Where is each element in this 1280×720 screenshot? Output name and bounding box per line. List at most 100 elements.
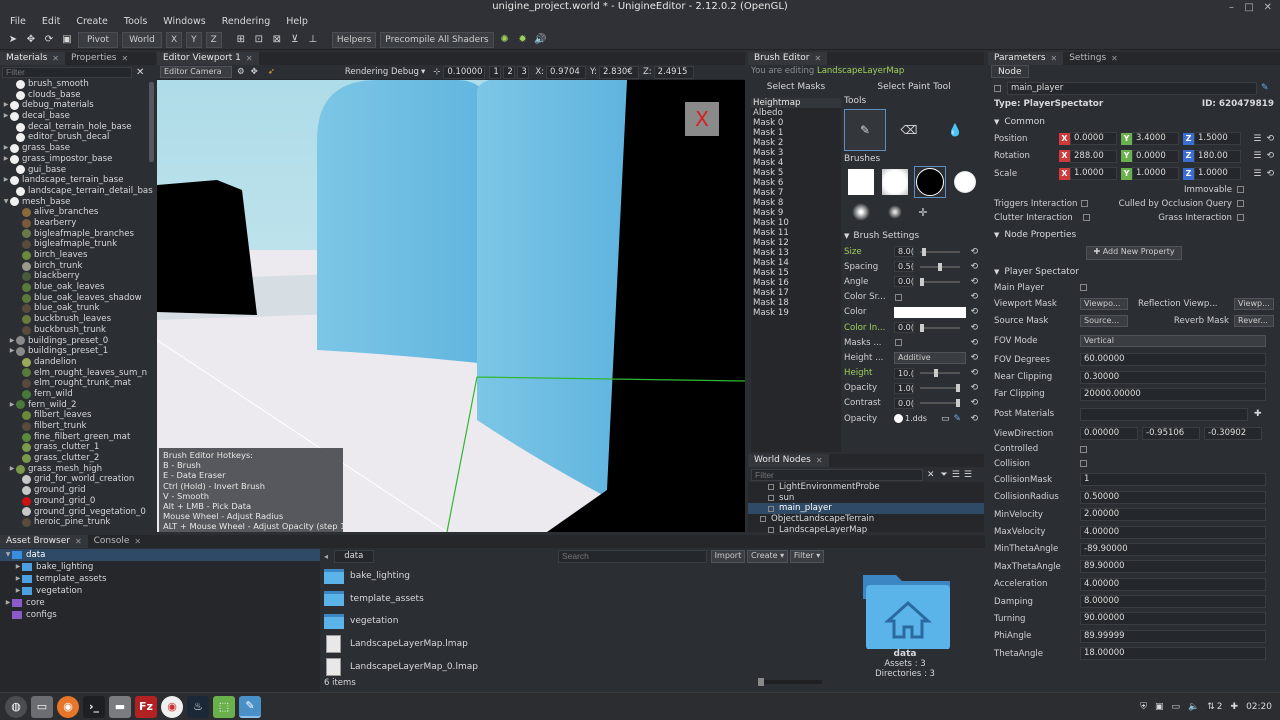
tab-asset-browser[interactable]: Asset Browser ✕ xyxy=(0,535,88,548)
reset-icon[interactable]: ⟲ xyxy=(970,247,978,257)
list-item[interactable]: birch_trunk xyxy=(2,261,156,272)
menu-icon[interactable]: ☰ xyxy=(1253,169,1261,179)
brush-setting-slider[interactable] xyxy=(920,247,960,256)
world-node-item[interactable]: main_player xyxy=(748,503,984,515)
world-node-item[interactable]: ObjectLandscapeTerrain xyxy=(748,514,984,525)
mint-menu-icon[interactable]: ◍ xyxy=(5,695,27,718)
reset-icon[interactable]: ⟲ xyxy=(970,277,978,287)
close-icon[interactable]: ✕ xyxy=(52,52,59,65)
reset-icon[interactable]: ⟲ xyxy=(970,368,978,378)
pivot-select[interactable]: Pivot xyxy=(78,31,118,48)
rotate-icon[interactable]: ⟳ xyxy=(42,32,56,48)
list-item[interactable]: alive_branches xyxy=(2,207,156,218)
close-icon[interactable]: ✕ xyxy=(134,535,141,548)
post-materials-field[interactable] xyxy=(1080,407,1248,421)
mask-item[interactable]: Mask 17 xyxy=(751,288,841,298)
mask-item[interactable]: Mask 3 xyxy=(751,148,841,158)
slider-handle[interactable] xyxy=(956,384,960,393)
mask-item[interactable]: Mask 5 xyxy=(751,168,841,178)
menu-rendering[interactable]: Rendering xyxy=(212,14,277,30)
list-item[interactable]: ground_grid xyxy=(2,485,156,496)
close-icon[interactable]: ✕ xyxy=(1051,52,1058,65)
move-camera-icon[interactable]: ✥ xyxy=(251,67,258,77)
expand-arrow-icon[interactable]: ▶ xyxy=(14,562,22,573)
section-player-spectator[interactable]: ▼ Player Spectator xyxy=(994,264,1274,281)
folder-icon[interactable]: ▭ xyxy=(941,414,950,424)
section-node-properties[interactable]: ▼ Node Properties xyxy=(994,227,1274,244)
menu-create[interactable]: Create xyxy=(66,14,114,30)
collapse-icon[interactable]: ▼ xyxy=(994,268,999,276)
add-brush-icon[interactable]: ✛ xyxy=(916,206,930,219)
field-value[interactable]: 89.99999 xyxy=(1080,629,1266,643)
close-icon[interactable]: ✕ xyxy=(816,454,823,467)
mask-item[interactable]: Mask 15 xyxy=(751,268,841,278)
list-item[interactable]: ▶ buildings_preset_1 xyxy=(2,346,156,357)
vector-field[interactable]: 3.4000 xyxy=(1132,132,1179,146)
list-item[interactable]: blue_oak_trunk xyxy=(2,303,156,314)
reset-icon[interactable]: ⟲ xyxy=(970,262,978,272)
field-value[interactable]: -89.90000 xyxy=(1080,542,1266,556)
mask-item[interactable]: Albedo xyxy=(751,108,841,118)
brush-setting-value[interactable]: 10.( xyxy=(894,367,914,379)
slider-handle[interactable] xyxy=(920,277,924,286)
brush-glow-small[interactable] xyxy=(888,205,902,219)
fov-mode-select[interactable]: Vertical xyxy=(1080,335,1266,347)
list-item[interactable]: decal_terrain_hole_base xyxy=(2,122,156,133)
slider-handle[interactable] xyxy=(920,323,924,332)
expand-arrow-icon[interactable]: ▶ xyxy=(8,400,16,411)
field-value[interactable]: 4.00000 xyxy=(1080,577,1266,591)
expand-arrow-icon[interactable]: ▼ xyxy=(2,197,10,208)
list-item[interactable]: blackberry xyxy=(2,271,156,282)
mask-item[interactable]: Mask 19 xyxy=(751,308,841,318)
list-item[interactable]: heroic_pine_trunk xyxy=(2,517,156,528)
node-name-field[interactable]: main_player xyxy=(1007,81,1257,95)
field-value[interactable]: 89.90000 xyxy=(1080,560,1266,574)
slider-handle[interactable] xyxy=(921,247,926,256)
asset-tree-item[interactable]: ▼ data xyxy=(0,549,320,561)
node-enabled-checkbox[interactable] xyxy=(994,84,1001,92)
asset-file-item[interactable]: LandscapeLayerMap.lmap xyxy=(324,633,822,656)
brush-setting-slider[interactable] xyxy=(920,369,960,378)
mask-item[interactable]: Mask 2 xyxy=(751,138,841,148)
brush-cursor-icon[interactable]: ➶ xyxy=(268,67,275,77)
brush-setting-slider[interactable] xyxy=(920,277,960,286)
speed-2-button[interactable]: 2 xyxy=(503,65,516,79)
list-item[interactable]: ▶ grass_base xyxy=(2,143,156,154)
list-item[interactable]: fern_wild xyxy=(2,389,156,400)
color-swatch[interactable] xyxy=(894,306,966,318)
menu-icon[interactable]: ☰ xyxy=(1253,151,1261,161)
brush-setting-slider[interactable] xyxy=(920,399,960,408)
list-item[interactable]: buckbrush_leaves xyxy=(2,314,156,325)
firefox-icon[interactable]: ◉ xyxy=(57,695,79,718)
list-item[interactable]: ▼ mesh_base xyxy=(2,197,156,208)
opacity-texture-field[interactable]: 1.dds xyxy=(905,414,937,423)
node-checkbox-icon[interactable] xyxy=(768,505,774,512)
close-icon[interactable]: ✕ xyxy=(75,535,82,548)
list-item[interactable]: fine_filbert_green_mat xyxy=(2,432,156,443)
list-item[interactable]: ground_grid_vegetation_0 xyxy=(2,507,156,518)
tab-properties[interactable]: Properties ✕ xyxy=(65,52,134,65)
reset-icon[interactable]: ⟲ xyxy=(970,338,978,348)
materials-scrollbar[interactable] xyxy=(149,82,154,162)
mask-item[interactable]: Mask 16 xyxy=(751,278,841,288)
list-item[interactable]: grass_clutter_1 xyxy=(2,442,156,453)
triggers-checkbox[interactable] xyxy=(1081,200,1089,207)
vector-field[interactable]: 1.5000 xyxy=(1194,132,1241,146)
materials-filter-input[interactable] xyxy=(2,66,132,78)
brush-setting-value[interactable]: 0.0( xyxy=(894,276,914,288)
list-item[interactable]: grass_clutter_2 xyxy=(2,453,156,464)
reset-icon[interactable]: ⟲ xyxy=(970,383,978,393)
menu-tools[interactable]: Tools xyxy=(114,14,153,30)
brush-setting-slider[interactable] xyxy=(920,384,960,393)
grass-checkbox[interactable] xyxy=(1237,214,1244,221)
smooth-drop-icon[interactable]: 💧 xyxy=(932,123,978,137)
edit-icon[interactable]: ✎ xyxy=(1261,83,1269,93)
menu-help[interactable]: Help xyxy=(276,14,314,30)
mask-item[interactable]: Mask 12 xyxy=(751,238,841,248)
tab-node[interactable]: Node xyxy=(991,65,1029,78)
reverb-mask-select[interactable]: Rever... xyxy=(1234,314,1274,327)
snap-grid-icon[interactable]: ⊞ xyxy=(234,32,248,48)
vector-field[interactable]: 1.0000 xyxy=(1194,167,1241,181)
brush-hard-square[interactable] xyxy=(848,169,874,195)
list-item[interactable]: ground_grid_0 xyxy=(2,496,156,507)
